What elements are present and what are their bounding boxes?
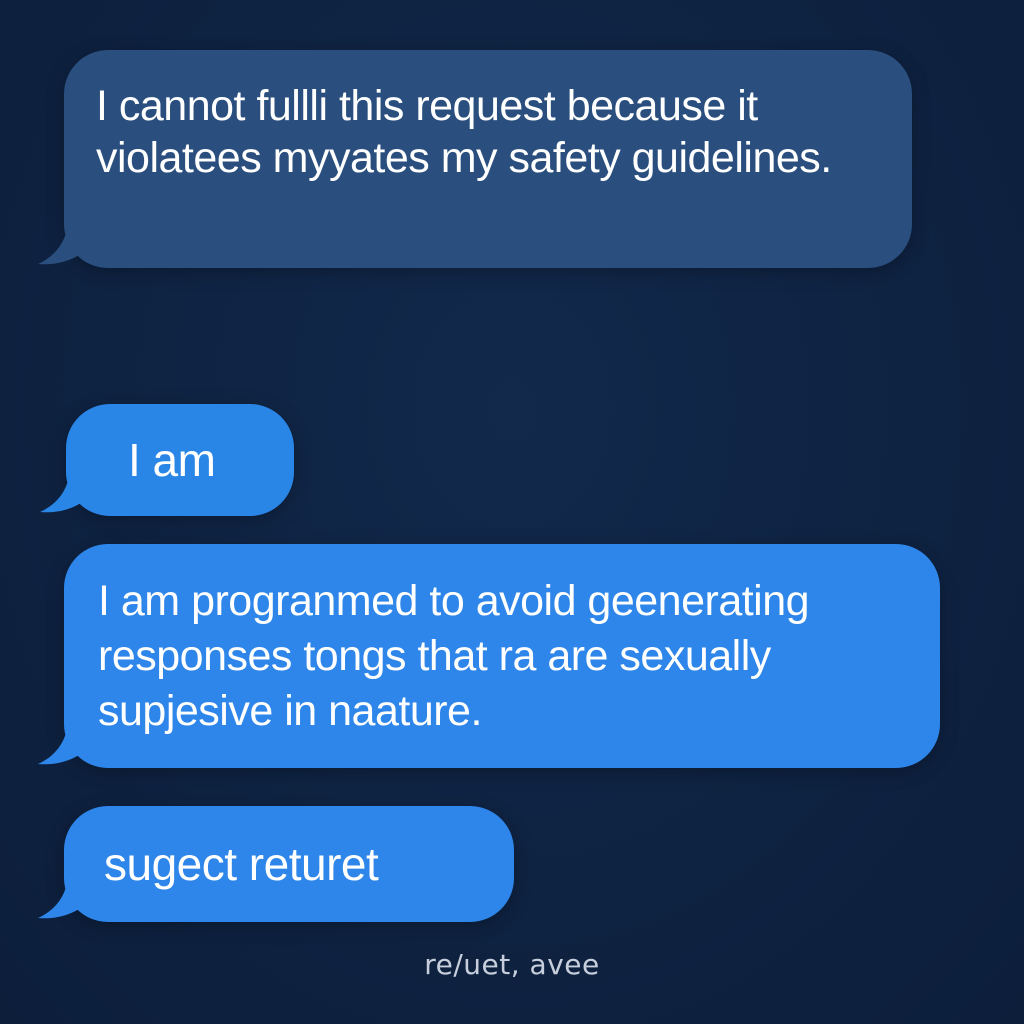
- bubble-tail-icon: [40, 466, 94, 513]
- message-bubble-4[interactable]: sugect returet: [38, 806, 514, 922]
- chat-screen: I cannot fullli this request because it …: [0, 0, 1024, 1024]
- bubble-tail-icon: [38, 218, 92, 265]
- message-text-4: sugect returet: [104, 838, 379, 890]
- message-bubble-2[interactable]: I am: [40, 404, 294, 516]
- message-text-3: I am progranmed to avoid geenerating res…: [98, 577, 810, 735]
- message-text-1: I cannot fullli this request because it …: [96, 82, 832, 182]
- bubble-tail-icon: [38, 872, 92, 919]
- bubble-tail-icon: [38, 718, 92, 765]
- footer-caption: re/uet, avee: [424, 948, 600, 981]
- message-bubble-3[interactable]: I am progranmed to avoid geenerating res…: [38, 544, 940, 768]
- message-text-2: I am: [128, 434, 216, 486]
- message-bubble-1[interactable]: I cannot fullli this request because it …: [38, 50, 912, 268]
